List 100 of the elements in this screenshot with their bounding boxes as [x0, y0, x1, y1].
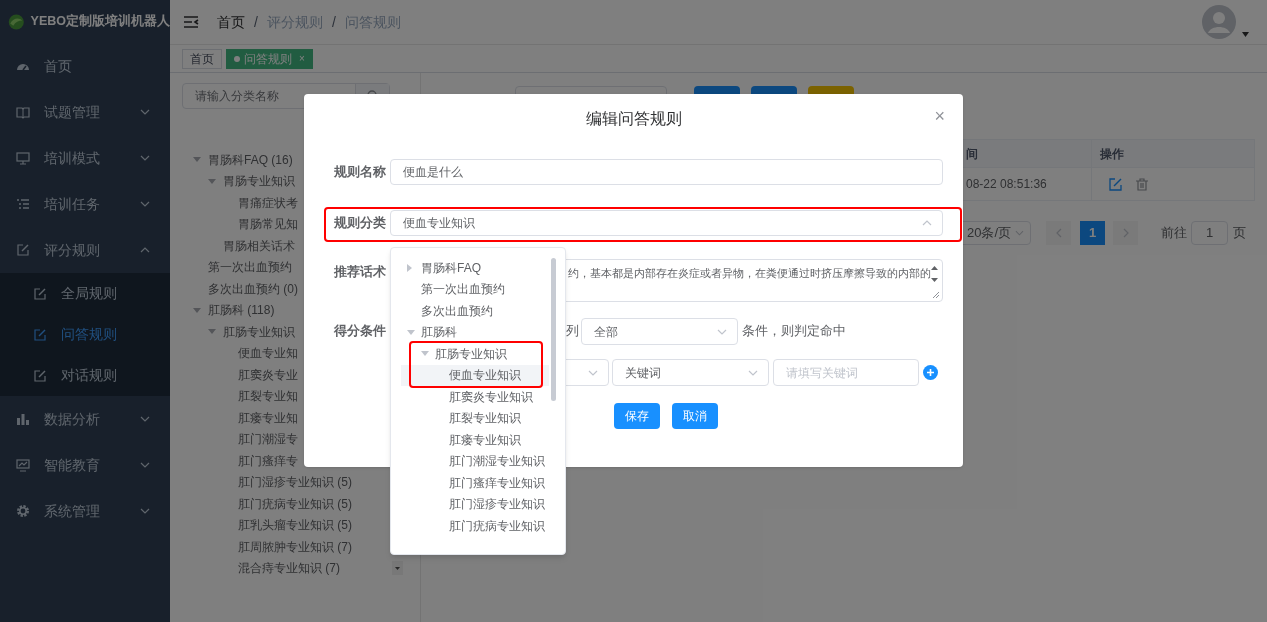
chevron-right-icon: [1122, 228, 1129, 238]
edit-icon: [33, 286, 47, 301]
tree-item[interactable]: 便血专业知: [238, 344, 298, 363]
bar-chart-icon: [16, 412, 30, 426]
brand-title: YEBO定制版培训机器人: [30, 13, 170, 31]
edit-icon[interactable]: [1109, 177, 1122, 191]
chevron-down-icon: [748, 369, 758, 376]
tree-option[interactable]: 肛肠专业知识: [401, 343, 549, 365]
caret-right-icon[interactable]: [407, 263, 412, 272]
cancel-button[interactable]: 取消: [672, 403, 718, 429]
tree-item[interactable]: 肛周脓肿专业知识 (7): [238, 537, 352, 556]
dialog-title: 编辑问答规则: [585, 109, 682, 129]
tree-option[interactable]: 肛瘘专业知识: [401, 429, 549, 451]
menu-item[interactable]: 培训模式: [0, 135, 170, 181]
tree-item[interactable]: 多次出血预约 (0): [208, 279, 298, 298]
field-label: 推荐话术: [334, 264, 387, 281]
condition-text: 列: [566, 323, 579, 341]
column-header: 间: [966, 145, 978, 163]
tab[interactable]: 首页: [182, 48, 222, 69]
monitor-icon: [16, 151, 30, 165]
tree-item[interactable]: 肛门疣病专业知识 (5): [238, 494, 352, 513]
tree-item[interactable]: 第一次出血预约: [208, 258, 292, 277]
chevron-down-icon: [717, 328, 727, 335]
close-icon[interactable]: ×: [299, 51, 305, 66]
menu-item[interactable]: 评分规则: [0, 227, 170, 273]
tree-option[interactable]: 胃肠科FAQ: [401, 257, 549, 279]
save-button[interactable]: 保存: [614, 403, 660, 429]
chevron-up-icon: [140, 247, 150, 253]
menu-item[interactable]: 系统管理: [0, 488, 170, 534]
tree-option[interactable]: 肛门潮湿专业知识: [401, 450, 549, 472]
input-field[interactable]: 请填写关键词: [773, 359, 919, 386]
chevron-down-icon: [588, 369, 598, 376]
tree-option[interactable]: 肛肠科: [401, 321, 549, 343]
tree-item[interactable]: 肛门湿疹专业知识 (5): [238, 473, 352, 492]
scroll-arrows-icon: [930, 263, 939, 299]
chevron-down-icon: [140, 508, 150, 514]
tree-option[interactable]: 肛门瘙痒专业知识: [401, 472, 549, 494]
menu-item[interactable]: 首页: [0, 43, 170, 89]
monitor-icon: [16, 458, 30, 472]
chevron-up-icon: [922, 220, 932, 226]
field-label: 得分条件: [334, 323, 387, 341]
edit-icon: [16, 243, 30, 257]
field-label: 规则分类: [334, 215, 387, 232]
page-input[interactable]: 1: [1191, 221, 1228, 245]
breadcrumb-separator: /: [331, 12, 336, 32]
field-label: 规则名称: [334, 164, 387, 181]
submenu-item[interactable]: 全局规则: [0, 273, 170, 314]
menu-item[interactable]: 智能教育: [0, 442, 170, 488]
book-icon: [16, 105, 30, 119]
tree-option[interactable]: 第一次出血预约: [401, 278, 549, 300]
trash-icon[interactable]: [1136, 177, 1148, 191]
menu-icon[interactable]: [183, 15, 199, 29]
menu-item[interactable]: 数据分析: [0, 396, 170, 442]
page-button[interactable]: 1: [1080, 221, 1105, 245]
avatar-icon[interactable]: [1202, 5, 1236, 39]
tree-item[interactable]: 混合痔专业知识 (7): [238, 559, 340, 578]
tree-option[interactable]: 多次出血预约: [401, 300, 549, 322]
tree-option[interactable]: 便血专业知识: [401, 364, 549, 386]
scrollbar-thumb[interactable]: [551, 258, 556, 401]
caret-down-icon[interactable]: [1242, 32, 1249, 37]
tree-item[interactable]: 肛裂专业知: [238, 387, 298, 406]
submenu-item[interactable]: 问答规则: [0, 314, 170, 355]
tree-item[interactable]: 肛肠科 (118): [208, 301, 275, 320]
close-icon[interactable]: ×: [934, 107, 945, 125]
chevron-down-icon: [140, 416, 150, 422]
tree-item[interactable]: 肛门潮湿专: [238, 430, 298, 449]
column-header: 操作: [1100, 145, 1124, 163]
menu-item[interactable]: 培训任务: [0, 181, 170, 227]
plus-icon[interactable]: [923, 365, 938, 380]
tree-item[interactable]: 肛乳头瘤专业知识 (5): [238, 516, 352, 535]
tree-item[interactable]: 肛肠专业知识: [223, 322, 295, 341]
tree-option[interactable]: 肛门湿疹专业知识: [401, 493, 549, 515]
tree-item[interactable]: 肛门瘙痒专: [238, 451, 298, 470]
breadcrumb-separator: /: [254, 12, 258, 32]
tree-item[interactable]: 胃肠专业知识: [223, 172, 295, 191]
select-field[interactable]: 关键词: [612, 359, 769, 386]
submenu-item[interactable]: 对话规则: [0, 355, 170, 396]
tree-item[interactable]: 胃痛症状考: [238, 193, 298, 212]
tree-item[interactable]: 胃肠常见知: [238, 215, 298, 234]
breadcrumb-item[interactable]: 首页: [217, 11, 245, 33]
select-field[interactable]: 便血专业知识: [390, 210, 943, 236]
chevron-left-icon: [1055, 228, 1062, 238]
prev-page-button[interactable]: [1046, 221, 1071, 245]
tree-option[interactable]: 肛窦炎专业知识: [401, 386, 549, 408]
tree-item[interactable]: 胃肠科FAQ (16): [208, 150, 293, 169]
tab[interactable]: 问答规则 ×: [226, 48, 313, 69]
chevron-down-icon: [140, 462, 150, 468]
list-icon: [16, 197, 30, 211]
goto-label: 前往: [1161, 224, 1187, 243]
menu-item[interactable]: 试题管理: [0, 89, 170, 135]
tree-option[interactable]: 肛裂专业知识: [401, 407, 549, 429]
chevron-down-icon: [140, 201, 150, 207]
tree-item[interactable]: 肛窦炎专业: [238, 365, 298, 384]
tree-option[interactable]: 肛门疣病专业知识: [401, 515, 549, 537]
edit-icon: [33, 368, 47, 383]
select-field[interactable]: 全部: [581, 318, 738, 345]
next-page-button[interactable]: [1113, 221, 1138, 245]
tree-item[interactable]: 胃肠相关话术: [223, 236, 295, 255]
input-field[interactable]: 便血是什么: [390, 159, 943, 185]
tree-item[interactable]: 肛瘘专业知: [238, 408, 298, 427]
